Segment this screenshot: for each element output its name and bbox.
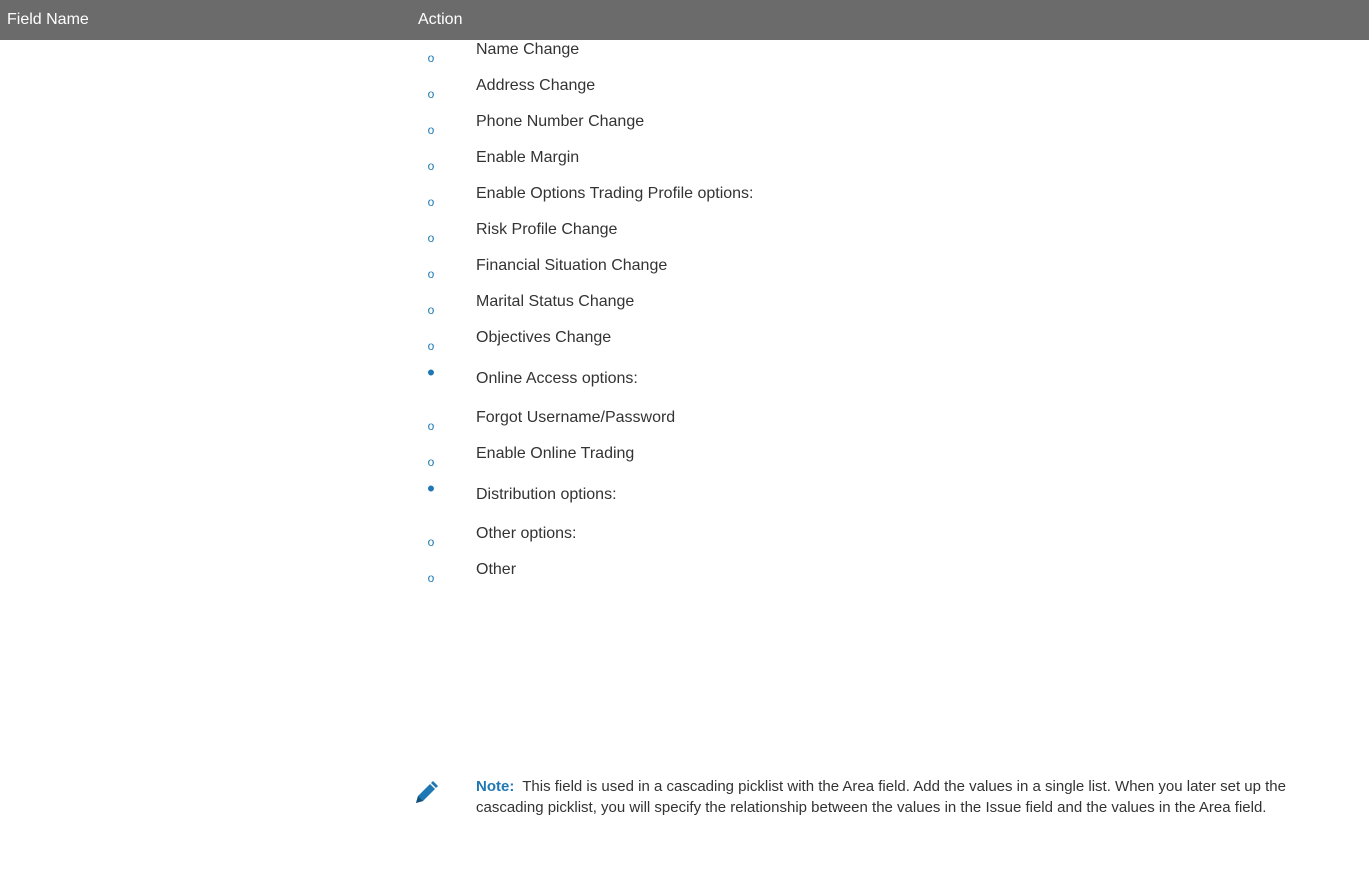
bullet-list-item: • Online Access options: — [413, 357, 1353, 401]
bullet-list-item: • Distribution options: — [413, 473, 1353, 517]
list-item-text: Online Access options: — [476, 370, 638, 387]
circle-marker: o — [427, 535, 435, 549]
circle-marker: o — [427, 571, 435, 585]
note-body: Note: This field is used in a cascading … — [476, 776, 1356, 818]
list-item-text: Phone Number Change — [476, 113, 645, 130]
sub-list-item: o Enable Options Trading Profile options: — [413, 177, 1353, 213]
document-page: Field Name Action o Name Change o Address C… — [0, 0, 1369, 877]
column-header-field-name: Field Name — [7, 11, 89, 28]
sub-list-item: o Marital Status Change — [413, 285, 1353, 321]
circle-marker: o — [427, 455, 435, 469]
circle-marker: o — [427, 195, 435, 209]
list-item-text: Marital Status Change — [476, 293, 635, 310]
sub-list-item: o Other options: — [413, 517, 1353, 553]
pencil-icon — [416, 781, 438, 803]
sub-list-item: o Financial Situation Change — [413, 249, 1353, 285]
circle-marker: o — [427, 303, 435, 317]
sub-list-item: o Address Change — [413, 69, 1353, 105]
list-item-text: Address Change — [476, 77, 596, 94]
bullet-marker: • — [427, 360, 435, 385]
action-options-list: o Name Change o Address Change o Phone Number… — [413, 33, 1353, 589]
list-item-text: Enable Online Trading — [476, 445, 635, 462]
sub-list-item: o Enable Margin — [413, 141, 1353, 177]
column-header-action: Action — [418, 11, 463, 28]
sub-list-item: o Enable Online Trading — [413, 437, 1353, 473]
sub-list-item: o Other — [413, 553, 1353, 589]
circle-marker: o — [427, 51, 435, 65]
circle-marker: o — [427, 339, 435, 353]
sub-list-item: o Name Change — [413, 33, 1353, 69]
list-item-text: Name Change — [476, 41, 580, 58]
sub-list-item: o Forgot Username/Password — [413, 401, 1353, 437]
circle-marker: o — [427, 87, 435, 101]
note-text: This field is used in a cascading pickli… — [476, 778, 1286, 816]
sub-list-item: o Risk Profile Change — [413, 213, 1353, 249]
sub-list-item: o Objectives Change — [413, 321, 1353, 357]
circle-marker: o — [427, 123, 435, 137]
note-label: Note: — [476, 778, 515, 795]
circle-marker: o — [427, 267, 435, 281]
list-item-text: Other options: — [476, 525, 577, 542]
list-item-text: Financial Situation Change — [476, 257, 668, 274]
list-item-text: Objectives Change — [476, 329, 612, 346]
list-item-text: Enable Options Trading Profile options: — [476, 185, 754, 202]
circle-marker: o — [427, 159, 435, 173]
bullet-marker: • — [427, 476, 435, 501]
list-item-text: Distribution options: — [476, 486, 617, 503]
circle-marker: o — [427, 231, 435, 245]
circle-marker: o — [427, 419, 435, 433]
list-item-text: Other — [476, 561, 517, 578]
list-item-text: Forgot Username/Password — [476, 409, 676, 426]
list-item-text: Enable Margin — [476, 149, 580, 166]
list-item-text: Risk Profile Change — [476, 221, 618, 238]
sub-list-item: o Phone Number Change — [413, 105, 1353, 141]
